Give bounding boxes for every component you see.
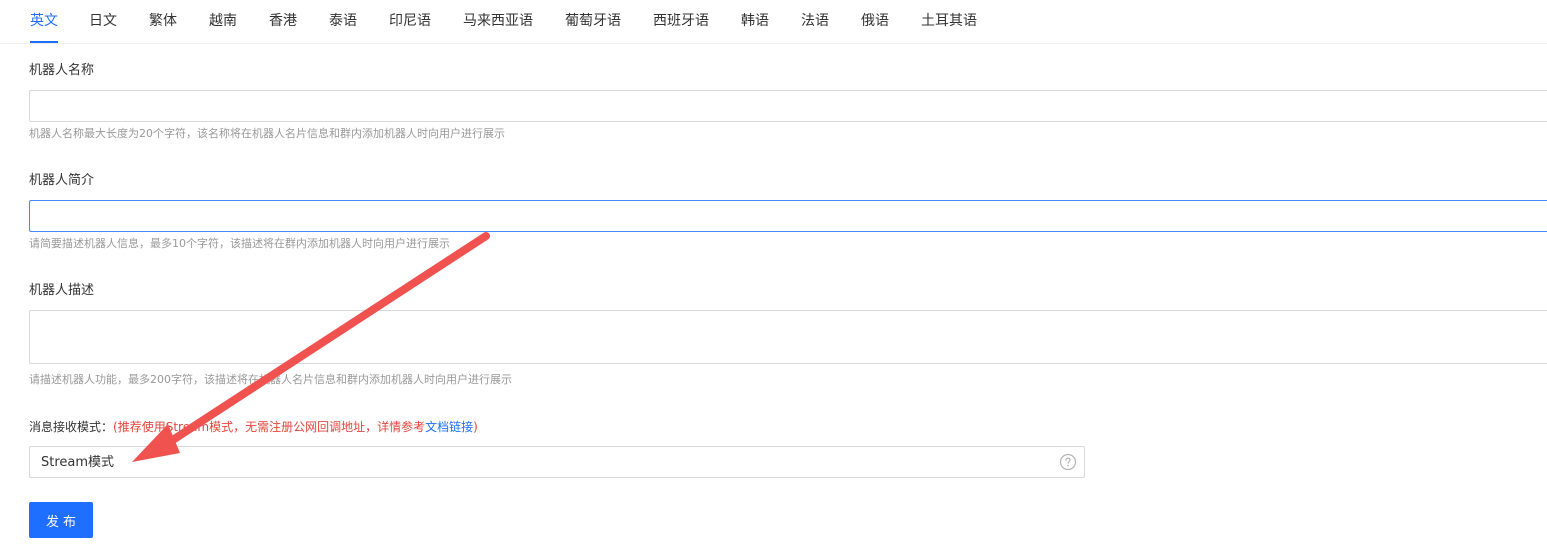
language-tabs: 英文 日文 繁体 越南 香港 泰语 印尼语 马来西亚语 葡萄牙语 西班牙语 韩语… — [0, 0, 1547, 44]
robot-description-label: 机器人描述 — [29, 283, 95, 298]
tab-english[interactable]: 英文 — [30, 11, 58, 31]
robot-description-hint: 请描述机器人功能，最多200字符，该描述将在机器人名片信息和群内添加机器人时向用… — [29, 373, 512, 386]
tab-portuguese[interactable]: 葡萄牙语 — [565, 11, 621, 31]
tab-russian[interactable]: 俄语 — [861, 11, 889, 31]
receive-mode-selected: Stream模式 — [41, 455, 115, 470]
receive-mode-label: 消息接收模式： — [29, 420, 114, 434]
tab-spanish[interactable]: 西班牙语 — [653, 11, 709, 31]
tab-vietnamese[interactable]: 越南 — [209, 11, 237, 31]
robot-description-textarea[interactable] — [29, 310, 1547, 364]
receive-mode-note-end: ) — [473, 420, 478, 434]
tab-hongkong[interactable]: 香港 — [269, 11, 297, 31]
tab-thai[interactable]: 泰语 — [329, 11, 357, 31]
robot-name-input[interactable] — [29, 90, 1547, 122]
robot-intro-input[interactable] — [29, 200, 1547, 232]
docs-link[interactable]: 文档链接 — [425, 420, 473, 434]
robot-intro-label: 机器人简介 — [29, 173, 95, 188]
tab-malay[interactable]: 马来西亚语 — [463, 11, 533, 31]
tab-french[interactable]: 法语 — [801, 11, 829, 31]
tab-korean[interactable]: 韩语 — [741, 11, 769, 31]
robot-name-hint: 机器人名称最大长度为20个字符，该名称将在机器人名片信息和群内添加机器人时向用户… — [29, 127, 505, 140]
receive-mode-row: 消息接收模式：(推荐使用Stream模式，无需注册公网回调地址，详情参考文档链接… — [29, 419, 478, 435]
robot-intro-hint: 请简要描述机器人信息，最多10个字符，该描述将在群内添加机器人时向用户进行展示 — [29, 237, 450, 250]
active-tab-indicator — [30, 41, 58, 43]
receive-mode-select[interactable]: Stream模式 — [29, 446, 1085, 478]
tab-traditional-chinese[interactable]: 繁体 — [149, 11, 177, 31]
tab-turkish[interactable]: 土耳其语 — [921, 11, 977, 31]
robot-config-page: 英文 日文 繁体 越南 香港 泰语 印尼语 马来西亚语 葡萄牙语 西班牙语 韩语… — [0, 0, 1547, 550]
question-circle-icon[interactable] — [1059, 453, 1077, 471]
tab-japanese[interactable]: 日文 — [89, 11, 117, 31]
publish-button[interactable]: 发布 — [29, 502, 93, 538]
tab-indonesian[interactable]: 印尼语 — [389, 11, 431, 31]
receive-mode-note: (推荐使用Stream模式，无需注册公网回调地址，详情参考 — [113, 420, 426, 434]
robot-name-label: 机器人名称 — [29, 63, 95, 78]
